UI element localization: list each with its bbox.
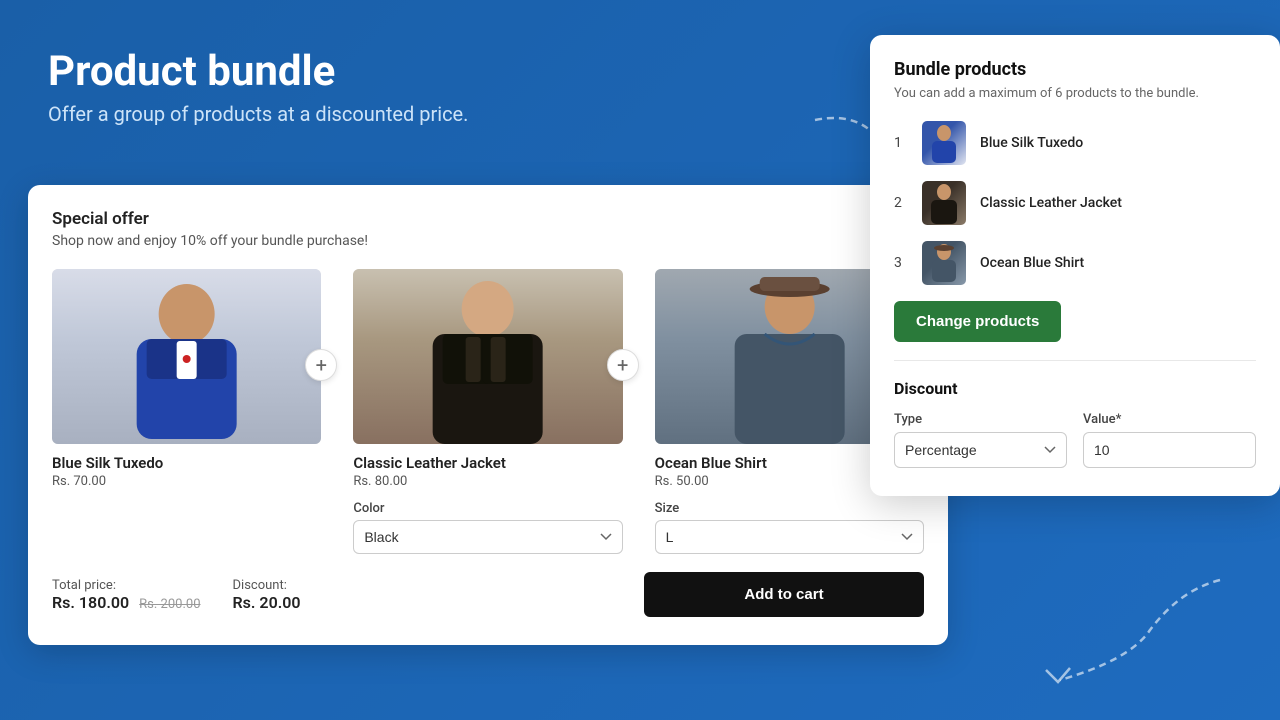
bundle-num-3: 3 xyxy=(894,255,908,271)
product-tuxedo-image xyxy=(52,269,321,444)
product-tuxedo-name: Blue Silk Tuxedo xyxy=(52,454,321,472)
bundle-panel-title: Bundle products xyxy=(894,59,1256,80)
hero-title: Product bundle xyxy=(48,48,468,96)
shirt-size-group: Size S M L XL xyxy=(655,501,924,554)
product-jacket-price: Rs. 80.00 xyxy=(353,474,622,489)
discount-value-label: Value* xyxy=(1083,412,1256,427)
product-jacket-image xyxy=(353,269,622,444)
total-price-original: Rs. 200.00 xyxy=(139,597,200,612)
card-subtitle: Shop now and enjoy 10% off your bundle p… xyxy=(52,233,924,249)
discount-amount: Rs. 20.00 xyxy=(233,593,301,612)
product-card: Special offer Shop now and enjoy 10% off… xyxy=(28,185,948,645)
bundle-product-name-1: Blue Silk Tuxedo xyxy=(980,135,1083,151)
change-products-button[interactable]: Change products xyxy=(894,301,1061,342)
bundle-product-name-3: Ocean Blue Shirt xyxy=(980,255,1084,271)
products-row: + Blue Silk Tuxedo Rs. 70.00 + xyxy=(52,269,924,554)
hero-subtitle: Offer a group of products at a discounte… xyxy=(48,102,468,126)
bundle-item-1: 1 Blue Silk Tuxedo xyxy=(894,121,1256,165)
bundle-item-2: 2 Classic Leather Jacket xyxy=(894,181,1256,225)
jacket-bg xyxy=(353,269,622,444)
total-label: Total price: xyxy=(52,578,201,593)
plus-icon-1: + xyxy=(305,349,337,381)
product-tuxedo-price: Rs. 70.00 xyxy=(52,474,321,489)
discount-group: Discount: Rs. 20.00 xyxy=(233,578,301,612)
jacket-color-select[interactable]: Black Brown Navy xyxy=(353,520,622,554)
bundle-item-3: 3 Ocean Blue Shirt xyxy=(894,241,1256,285)
product-tuxedo: + Blue Silk Tuxedo Rs. 70.00 xyxy=(52,269,321,489)
shirt-size-label: Size xyxy=(655,501,924,516)
discount-type-select[interactable]: Percentage Fixed amount xyxy=(894,432,1067,468)
tuxedo-bg xyxy=(52,269,321,444)
bundle-panel: Bundle products You can add a maximum of… xyxy=(870,35,1280,496)
jacket-variant-row: Color Black Brown Navy xyxy=(353,501,622,554)
total-price-group: Total price: Rs. 180.00 Rs. 200.00 xyxy=(52,578,201,612)
product-jacket: + Classic Leather Jacket Rs. 80.00 Color… xyxy=(353,269,622,554)
panel-divider xyxy=(894,360,1256,361)
discount-label: Discount: xyxy=(233,578,301,593)
bundle-panel-subtitle: You can add a maximum of 6 products to t… xyxy=(894,86,1256,101)
footer-row: Total price: Rs. 180.00 Rs. 200.00 Disco… xyxy=(52,572,924,617)
plus-icon-2: + xyxy=(607,349,639,381)
hero-section: Product bundle Offer a group of products… xyxy=(48,48,468,126)
bundle-product-name-2: Classic Leather Jacket xyxy=(980,195,1122,211)
jacket-color-label: Color xyxy=(353,501,622,516)
total-price: Rs. 180.00 xyxy=(52,593,129,612)
bundle-thumb-shirt xyxy=(922,241,966,285)
shirt-size-select[interactable]: S M L XL xyxy=(655,520,924,554)
add-to-cart-button[interactable]: Add to cart xyxy=(644,572,924,617)
product-jacket-name: Classic Leather Jacket xyxy=(353,454,622,472)
bundle-thumb-jacket xyxy=(922,181,966,225)
bundle-num-2: 2 xyxy=(894,195,908,211)
discount-value-input[interactable] xyxy=(1083,432,1256,468)
bundle-thumb-tuxedo xyxy=(922,121,966,165)
discount-section-title: Discount xyxy=(894,379,1256,398)
discount-row: Type Percentage Fixed amount Value* xyxy=(894,412,1256,468)
discount-type-group: Type Percentage Fixed amount xyxy=(894,412,1067,468)
bundle-num-1: 1 xyxy=(894,135,908,151)
discount-type-label: Type xyxy=(894,412,1067,427)
shirt-variant-row: Size S M L XL xyxy=(655,501,924,554)
discount-value-group: Value* xyxy=(1083,412,1256,468)
jacket-color-group: Color Black Brown Navy xyxy=(353,501,622,554)
card-title: Special offer xyxy=(52,209,924,229)
